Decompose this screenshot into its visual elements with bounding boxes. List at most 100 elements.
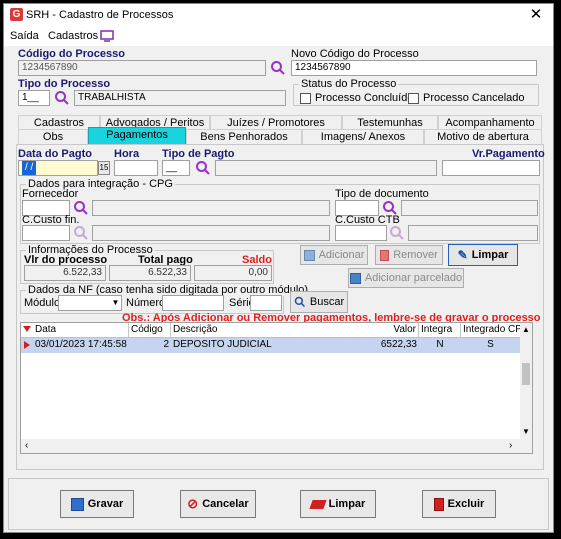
adicionar-button[interactable]: Adicionar <box>300 245 368 265</box>
search-icon[interactable] <box>54 90 70 106</box>
horizontal-scrollbar[interactable]: ‹ › <box>21 439 532 453</box>
col-integra[interactable]: Integra <box>419 323 461 337</box>
trash-icon <box>433 497 444 511</box>
ccusto-ctb-desc <box>408 225 538 241</box>
table-row[interactable]: 03/01/2023 17:45:58 2 DEPOSITO JUDICIAL … <box>21 338 520 353</box>
tab-imagens-anexos[interactable]: Imagens/ Anexos <box>302 129 424 145</box>
numero-label: Número <box>126 297 166 309</box>
row-pointer-icon <box>24 341 30 349</box>
tipo-pagto-label: Tipo de Pagto <box>162 148 235 160</box>
scroll-left-icon[interactable]: ‹ <box>25 440 28 451</box>
scroll-up-icon[interactable]: ▲ <box>522 325 530 334</box>
tab-pagamentos[interactable]: Pagamentos <box>88 127 186 144</box>
vr-pagamento-field[interactable] <box>442 160 540 176</box>
save-disk-icon <box>70 497 84 511</box>
adicionar-label: Adicionar <box>318 249 365 261</box>
menu-bar: Saída Cadastros <box>4 26 553 46</box>
ccusto-fin-desc <box>92 225 330 241</box>
fornecedor-label: Fornecedor <box>22 188 79 200</box>
tipo-doc-desc <box>401 200 538 216</box>
scroll-thumb[interactable] <box>522 363 530 385</box>
remover-label: Remover <box>393 249 438 261</box>
saldo-field: 0,00 <box>194 265 272 281</box>
numero-field[interactable] <box>162 295 224 311</box>
col-data[interactable]: Data <box>33 323 129 337</box>
window-title: SRH - Cadastro de Processos <box>26 9 174 21</box>
menu-cadastros[interactable]: Cadastros <box>48 30 98 42</box>
calendar-icon[interactable]: 15 <box>98 161 110 175</box>
pencil-icon: ✎ <box>457 248 468 262</box>
cell-codigo: 2 <box>163 339 169 350</box>
concluido-label: Processo Concluído <box>315 92 414 104</box>
vr-pagamento-label: Vr.Pagamento <box>472 148 545 160</box>
save-disk-icon <box>303 249 315 261</box>
tab-motivo-abertura[interactable]: Motivo de abertura <box>424 129 542 145</box>
serie-field[interactable] <box>250 295 282 311</box>
sort-indicator-icon <box>23 326 31 332</box>
scroll-right-icon[interactable]: › <box>509 440 512 451</box>
codigo-label: Código do Processo <box>18 48 125 60</box>
tipo-doc-label: Tipo de documento <box>335 188 429 200</box>
remover-button[interactable]: Remover <box>375 245 443 265</box>
search-icon[interactable] <box>389 225 405 241</box>
search-icon[interactable] <box>73 225 89 241</box>
scroll-down-icon[interactable]: ▼ <box>522 427 530 436</box>
vlr-processo-field: 6.522,33 <box>24 265 106 281</box>
novo-codigo-field[interactable]: 1234567890 <box>291 60 537 76</box>
tipo-processo-desc: TRABALHISTA <box>74 90 286 106</box>
data-pagto-value: / / <box>22 161 37 175</box>
hora-label: Hora <box>114 148 140 160</box>
search-icon[interactable] <box>270 60 286 76</box>
tipo-pagto-code[interactable]: __ <box>162 160 190 176</box>
concluido-checkbox[interactable] <box>300 93 311 104</box>
search-icon[interactable] <box>195 160 211 176</box>
cell-data: 03/01/2023 17:45:58 <box>35 339 127 350</box>
limpar-pagto-button[interactable]: ✎ Limpar <box>448 244 518 266</box>
fornecedor-desc <box>92 200 330 216</box>
col-integrado[interactable]: Integrado CPG <box>461 323 520 337</box>
cell-integrado: S <box>487 339 494 350</box>
cancelado-checkbox[interactable] <box>408 93 419 104</box>
limpar-button[interactable]: Limpar <box>300 490 376 518</box>
vertical-scrollbar[interactable]: ▲ ▼ <box>520 323 532 439</box>
chevron-down-icon[interactable]: ▼ <box>110 296 121 310</box>
payments-grid[interactable]: Data Código Descrição Valor Integra Inte… <box>20 322 533 454</box>
save-disk-icon <box>349 272 361 284</box>
col-valor[interactable]: Valor <box>337 323 419 337</box>
adicionar-parcelado-label: Adicionar parcelado <box>364 272 463 284</box>
novo-codigo-label: Novo Código do Processo <box>291 48 419 60</box>
data-pagto-label: Data do Pagto <box>18 148 92 160</box>
cancelar-button[interactable]: ⊘ Cancelar <box>180 490 256 518</box>
grid-header: Data Código Descrição Valor Integra Inte… <box>21 323 520 338</box>
status-label: Status do Processo <box>299 78 399 90</box>
cancel-icon: ⊘ <box>187 496 199 511</box>
ccusto-fin-code[interactable] <box>22 225 70 241</box>
limpar-pagto-label: Limpar <box>471 249 509 261</box>
buscar-button[interactable]: Buscar <box>290 291 348 313</box>
menu-saida[interactable]: Saída <box>10 30 39 42</box>
excluir-button[interactable]: Excluir <box>422 490 496 518</box>
ccusto-ctb-code[interactable] <box>335 225 387 241</box>
tab-bens-penhorados[interactable]: Bens Penhorados <box>186 129 302 145</box>
data-pagto-field[interactable]: / / <box>18 160 98 176</box>
monitor-icon[interactable] <box>100 30 114 42</box>
tipo-pagto-desc <box>215 160 437 176</box>
modulo-label: Módulo <box>24 297 61 309</box>
tipo-processo-label: Tipo do Processo <box>18 78 111 90</box>
cell-valor: 6522,33 <box>380 339 417 350</box>
trash-icon <box>380 249 390 261</box>
hora-field[interactable] <box>114 160 158 176</box>
codigo-field[interactable]: 1234567890 <box>18 60 266 76</box>
buscar-label: Buscar <box>309 296 345 308</box>
tipo-processo-code[interactable]: 1__ <box>18 90 50 106</box>
limpar-label: Limpar <box>328 498 366 510</box>
gravar-label: Gravar <box>87 498 124 510</box>
close-icon[interactable]: ✕ <box>524 6 548 24</box>
adicionar-parcelado-button[interactable]: Adicionar parcelado <box>348 268 464 288</box>
cell-integra: N <box>436 339 444 350</box>
tab-obs[interactable]: Obs <box>18 129 88 145</box>
title-bar: G SRH - Cadastro de Processos ✕ <box>4 4 553 26</box>
col-codigo[interactable]: Código <box>129 323 171 337</box>
eraser-icon <box>309 499 327 509</box>
gravar-button[interactable]: Gravar <box>60 490 134 518</box>
